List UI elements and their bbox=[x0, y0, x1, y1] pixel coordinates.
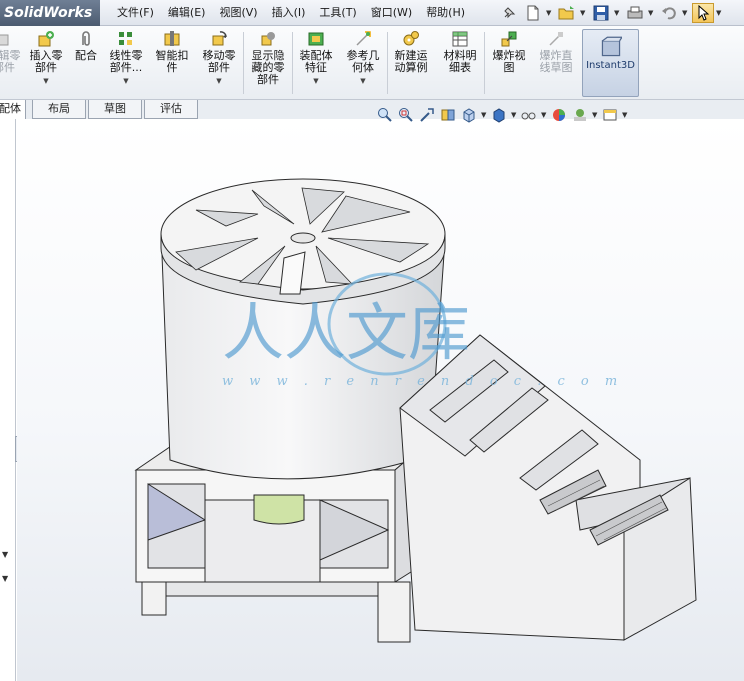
menu-insert[interactable]: 插入(I) bbox=[265, 0, 313, 26]
command-manager-ribbon: 编辑零 部件 插入零 部件 ▼ 配合 线性零 部件... ▼ 智能扣 件 移动零… bbox=[0, 26, 744, 100]
watermark-logo: 人人文库 bbox=[222, 272, 470, 376]
show-hidden-components-button[interactable]: 显示隐 藏的零 部件 bbox=[247, 30, 289, 96]
view-toolbar-row: ▼ ▼ ▼ ▼ ▼ bbox=[376, 106, 628, 124]
menu-view[interactable]: 视图(V) bbox=[212, 0, 264, 26]
view-orientation-icon[interactable] bbox=[460, 106, 478, 124]
select-arrow-icon[interactable] bbox=[692, 3, 714, 23]
chevron-down-icon[interactable]: ▼ bbox=[2, 574, 8, 583]
motion-study-gears-icon bbox=[403, 31, 419, 46]
chevron-down-icon[interactable]: ▼ bbox=[682, 3, 690, 23]
solidworks-logo: SolidWorks bbox=[0, 0, 100, 26]
ribbon-separator bbox=[484, 32, 485, 94]
exploded-view-button[interactable]: 爆炸视 图 bbox=[488, 30, 530, 96]
zoom-to-fit-icon[interactable] bbox=[376, 106, 394, 124]
tab-layout[interactable]: 布局 bbox=[32, 100, 86, 119]
move-component-icon bbox=[212, 31, 227, 46]
bom-table-icon bbox=[452, 31, 468, 47]
appearance-icon[interactable] bbox=[550, 106, 568, 124]
hide-show-icon[interactable] bbox=[520, 106, 538, 124]
mate-button[interactable]: 配合 bbox=[70, 30, 102, 96]
move-component-button[interactable]: 移动零 部件 ▼ bbox=[198, 30, 240, 96]
insert-component-icon bbox=[38, 31, 54, 47]
save-icon[interactable] bbox=[590, 3, 612, 23]
chevron-down-icon[interactable]: ▼ bbox=[648, 3, 656, 23]
chevron-down-icon[interactable]: ▼ bbox=[580, 3, 588, 23]
tab-sketch[interactable]: 草图 bbox=[88, 100, 142, 119]
assembly-model bbox=[134, 178, 697, 643]
title-menu-bar: SolidWorks 文件(F) 编辑(E) 视图(V) 插入(I) 工具(T)… bbox=[0, 0, 744, 26]
smart-fasteners-button[interactable]: 智能扣 件 bbox=[152, 30, 192, 96]
new-document-icon[interactable] bbox=[522, 3, 544, 23]
show-hidden-icon bbox=[261, 32, 275, 46]
reference-geometry-button[interactable]: 参考几 何体 ▼ bbox=[342, 30, 384, 96]
zoom-area-icon[interactable] bbox=[397, 106, 415, 124]
graphics-viewport[interactable]: w w w . r e n r e n d o c . c o m 人人文库 bbox=[17, 119, 744, 681]
mate-paperclip-icon bbox=[82, 31, 90, 46]
assembly-features-icon bbox=[308, 32, 324, 46]
previous-view-icon[interactable] bbox=[418, 106, 436, 124]
chevron-down-icon[interactable]: ▼ bbox=[198, 75, 240, 87]
bill-of-materials-button[interactable]: 材料明 细表 bbox=[439, 30, 481, 96]
reference-geometry-icon bbox=[356, 31, 371, 46]
pushpin-icon[interactable] bbox=[498, 3, 520, 23]
chevron-down-icon[interactable]: ▼ bbox=[592, 111, 598, 119]
watermark-text-cn: 人人文库 bbox=[222, 296, 470, 369]
assembly-features-button[interactable]: 装配体 特征 ▼ bbox=[296, 30, 336, 96]
chevron-down-icon[interactable]: ▼ bbox=[481, 111, 487, 119]
menu-edit[interactable]: 编辑(E) bbox=[161, 0, 213, 26]
tab-assembly[interactable]: 配体 bbox=[0, 100, 26, 119]
explode-line-sketch-icon bbox=[549, 32, 563, 46]
instant3d-button[interactable]: Instant3D bbox=[582, 29, 639, 97]
display-style-icon[interactable] bbox=[490, 106, 508, 124]
chevron-down-icon[interactable]: ▼ bbox=[622, 111, 628, 119]
smart-fasteners-icon bbox=[164, 31, 180, 46]
menu-file[interactable]: 文件(F) bbox=[110, 0, 161, 26]
chevron-down-icon[interactable]: ▼ bbox=[546, 3, 554, 23]
scene-icon[interactable] bbox=[571, 106, 589, 124]
view-settings-icon[interactable] bbox=[601, 106, 619, 124]
print-icon[interactable] bbox=[624, 3, 646, 23]
chevron-down-icon[interactable]: ▼ bbox=[716, 3, 724, 23]
tab-evaluate[interactable]: 评估 bbox=[144, 100, 198, 119]
feature-manager-panel bbox=[0, 119, 16, 681]
edit-component-icon bbox=[0, 34, 9, 46]
section-view-icon[interactable] bbox=[439, 106, 457, 124]
menu-window[interactable]: 窗口(W) bbox=[364, 0, 419, 26]
new-motion-study-button[interactable]: 新建运 动算例 bbox=[390, 30, 432, 96]
explode-line-sketch-button[interactable]: 爆炸直 线草图 bbox=[534, 30, 578, 96]
chevron-down-icon[interactable]: ▼ bbox=[296, 75, 336, 87]
exploded-view-icon bbox=[501, 31, 517, 47]
insert-component-button[interactable]: 插入零 部件 ▼ bbox=[26, 30, 66, 96]
edit-component-button[interactable]: 编辑零 部件 bbox=[0, 30, 22, 96]
ribbon-separator bbox=[292, 32, 293, 94]
chevron-down-icon[interactable]: ▼ bbox=[511, 111, 517, 119]
chevron-down-icon[interactable]: ▼ bbox=[2, 550, 8, 559]
linear-pattern-button[interactable]: 线性零 部件... ▼ bbox=[106, 30, 146, 96]
chevron-down-icon[interactable]: ▼ bbox=[106, 75, 146, 87]
ribbon-separator bbox=[243, 32, 244, 94]
linear-pattern-icon bbox=[119, 32, 132, 45]
menu-tools[interactable]: 工具(T) bbox=[312, 0, 363, 26]
chevron-down-icon[interactable]: ▼ bbox=[541, 111, 547, 119]
quick-access-toolbar: ▼ ▼ ▼ ▼ ▼ ▼ bbox=[498, 3, 724, 23]
command-manager-tabs: 配体 布局 草图 评估 bbox=[0, 100, 744, 119]
instant3d-icon bbox=[601, 36, 622, 57]
undo-icon[interactable] bbox=[658, 3, 680, 23]
menu-help[interactable]: 帮助(H) bbox=[419, 0, 472, 26]
chevron-down-icon[interactable]: ▼ bbox=[614, 3, 622, 23]
chevron-down-icon[interactable]: ▼ bbox=[342, 75, 384, 87]
open-folder-icon[interactable] bbox=[556, 3, 578, 23]
chevron-down-icon[interactable]: ▼ bbox=[26, 75, 66, 87]
main-menu: 文件(F) 编辑(E) 视图(V) 插入(I) 工具(T) 窗口(W) 帮助(H… bbox=[110, 0, 472, 26]
ribbon-separator bbox=[387, 32, 388, 94]
